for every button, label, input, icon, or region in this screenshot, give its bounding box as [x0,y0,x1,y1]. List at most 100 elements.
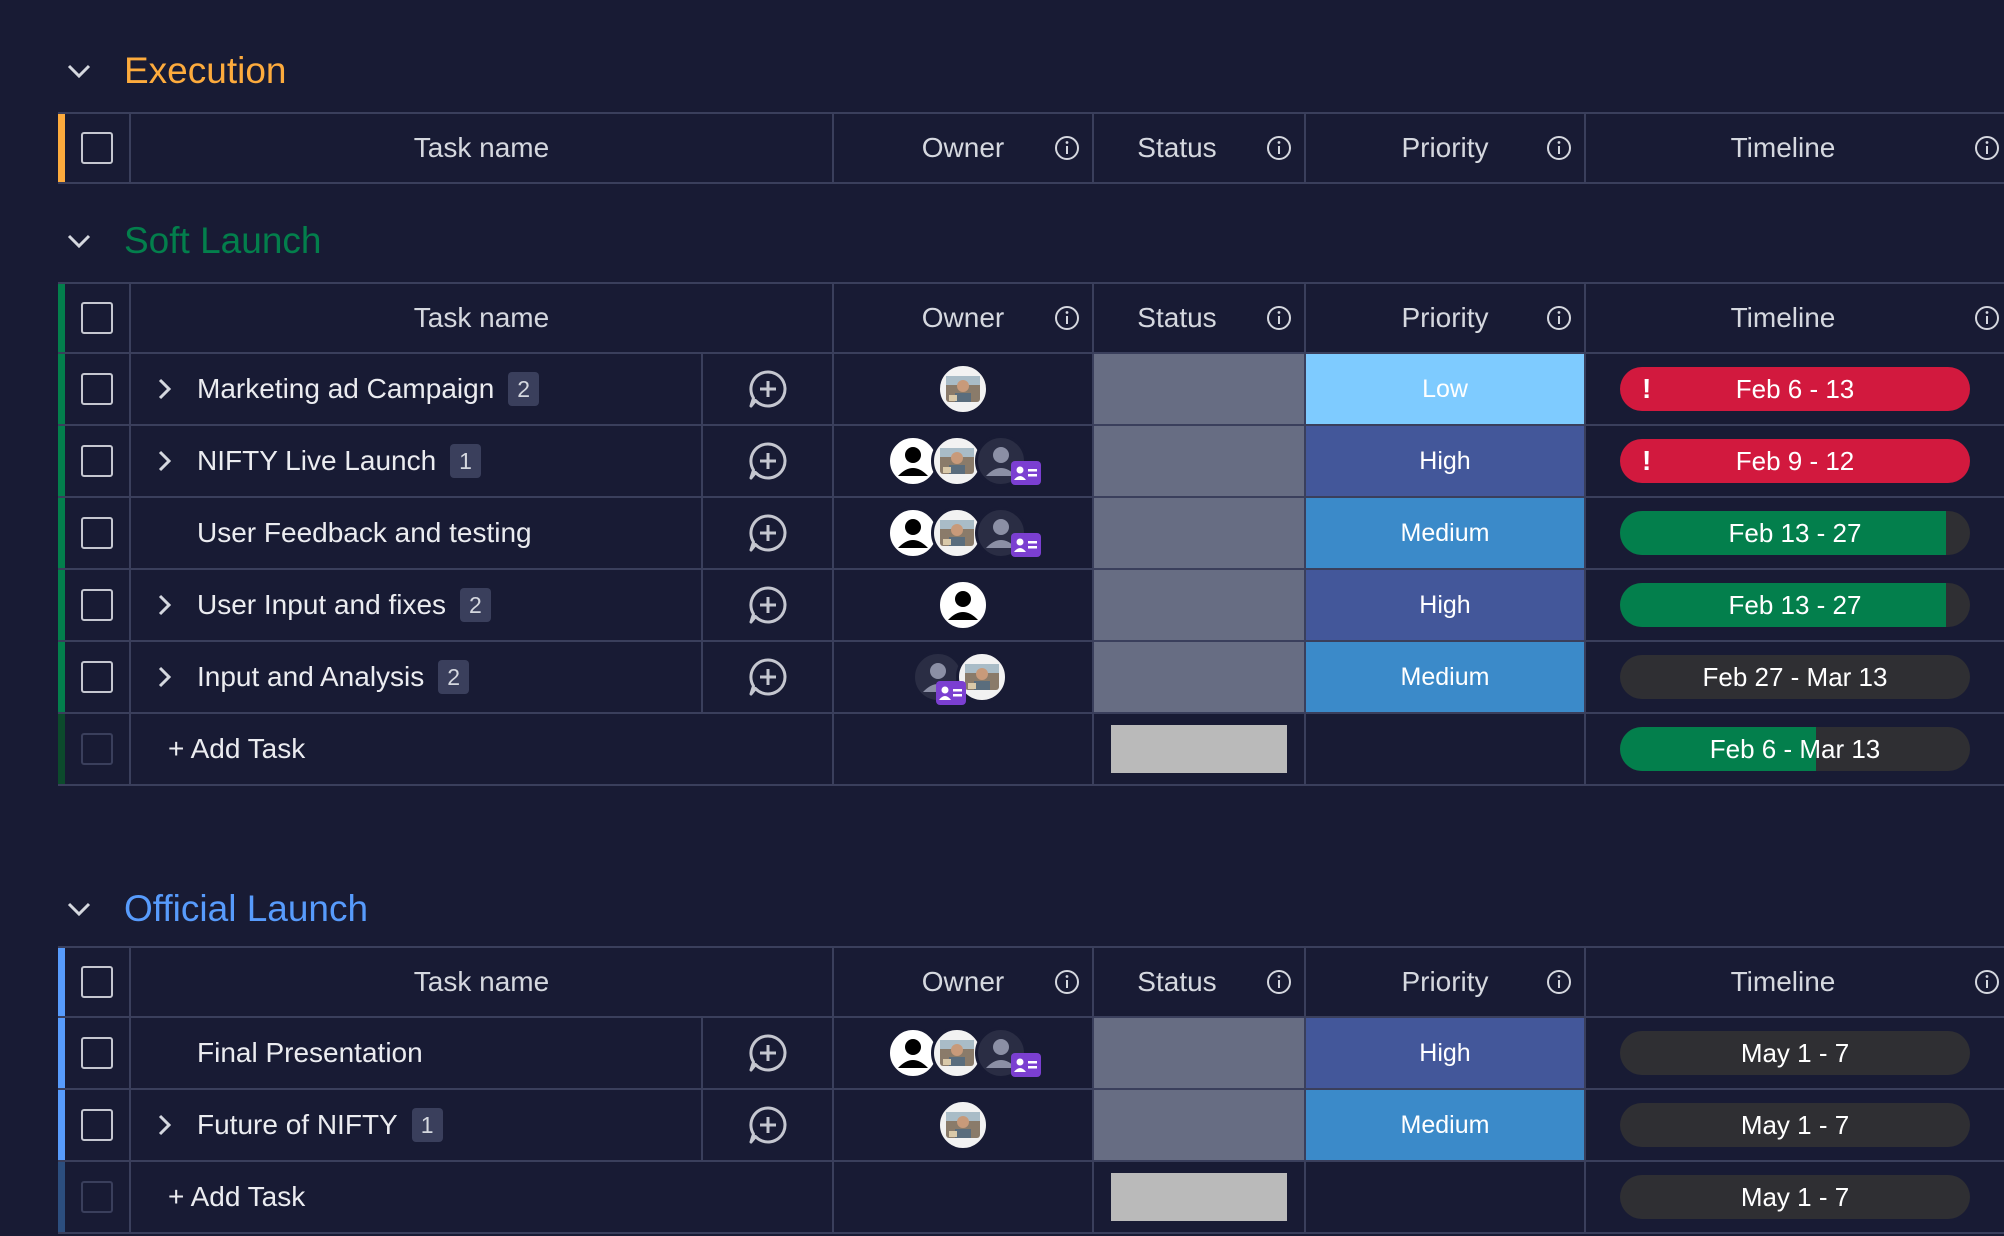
owner-avatars[interactable] [933,575,993,635]
priority-cell[interactable]: Low [1306,354,1586,424]
task-name-main[interactable]: Future of NIFTY 1 [131,1090,703,1160]
info-icon[interactable] [1546,135,1572,161]
row-checkbox[interactable] [81,445,113,477]
timeline-cell[interactable]: ! Feb 9 - 12 [1586,426,2004,496]
task-name[interactable]: Input and Analysis [197,661,424,693]
add-update-icon[interactable] [747,656,789,698]
expand-chevron-icon[interactable] [151,592,177,618]
group-title[interactable]: Execution [124,50,287,92]
expand-chevron-icon[interactable] [151,376,177,402]
add-task-button[interactable]: + Add Task [168,733,305,765]
status-cell[interactable] [1094,498,1306,568]
header-priority[interactable]: Priority [1306,948,1586,1016]
priority-cell[interactable]: Medium [1306,1090,1586,1160]
subitems-count-badge[interactable]: 2 [508,372,540,406]
status-cell[interactable] [1094,1018,1306,1088]
info-icon[interactable] [1266,305,1292,331]
owner-cell[interactable] [834,354,1094,424]
owner-avatars[interactable] [883,503,1043,563]
add-update-icon[interactable] [747,1032,789,1074]
task-name[interactable]: Marketing ad Campaign [197,373,494,405]
owner-avatars[interactable] [933,359,993,419]
conversation-cell[interactable] [703,426,832,496]
header-status[interactable]: Status [1094,114,1306,182]
timeline-cell[interactable]: ! May 1 - 7 [1586,1018,2004,1088]
owner-photo-avatar[interactable] [937,1099,989,1151]
group-title[interactable]: Soft Launch [124,220,321,262]
task-name[interactable]: Final Presentation [197,1037,423,1069]
status-cell[interactable] [1094,570,1306,640]
timeline-pill[interactable]: ! May 1 - 7 [1620,1103,1970,1147]
task-name[interactable]: User Input and fixes [197,589,446,621]
priority-cell[interactable]: Medium [1306,642,1586,712]
header-priority[interactable]: Priority [1306,114,1586,182]
task-name[interactable]: NIFTY Live Launch [197,445,436,477]
task-row[interactable]: Future of NIFTY 1 Medium ! May 1 - 7 [58,1090,2004,1162]
owner-avatars[interactable] [883,431,1043,491]
info-icon[interactable] [1546,969,1572,995]
conversation-cell[interactable] [703,570,832,640]
select-all-checkbox[interactable] [81,302,113,334]
row-checkbox[interactable] [81,1109,113,1141]
owner-photo-avatar[interactable] [937,363,989,415]
header-timeline[interactable]: Timeline [1586,284,2004,352]
timeline-summary-pill[interactable]: Feb 6 - Mar 13 [1620,727,1970,771]
conversation-cell[interactable] [703,1090,832,1160]
timeline-cell[interactable]: ! Feb 6 - 13 [1586,354,2004,424]
row-checkbox[interactable] [81,1037,113,1069]
subitems-count-badge[interactable]: 1 [450,444,481,478]
add-update-icon[interactable] [747,512,789,554]
add-update-icon[interactable] [747,1104,789,1146]
task-row[interactable]: NIFTY Live Launch 1 High ! Feb 9 - 12 [58,426,2004,498]
owner-avatars[interactable] [883,1023,1043,1083]
row-checkbox[interactable] [81,373,113,405]
status-cell[interactable] [1094,1090,1306,1160]
timeline-cell[interactable]: ! Feb 13 - 27 [1586,570,2004,640]
task-name-main[interactable]: Final Presentation [131,1018,703,1088]
add-task-button[interactable]: + Add Task [168,1181,305,1213]
task-row[interactable]: User Input and fixes 2 High ! Feb 13 - 2… [58,570,2004,642]
group-title[interactable]: Official Launch [124,888,368,930]
info-icon[interactable] [1974,969,2000,995]
header-task-name[interactable]: Task name [131,948,834,1016]
priority-cell[interactable]: High [1306,426,1586,496]
conversation-cell[interactable] [703,498,832,568]
header-task-name[interactable]: Task name [131,114,834,182]
info-icon[interactable] [1054,135,1080,161]
status-cell[interactable] [1094,642,1306,712]
owner-cell[interactable] [834,1018,1094,1088]
owner-cell[interactable] [834,498,1094,568]
header-task-name[interactable]: Task name [131,284,834,352]
timeline-cell[interactable]: ! Feb 13 - 27 [1586,498,2004,568]
header-owner[interactable]: Owner [834,948,1094,1016]
timeline-pill[interactable]: ! Feb 9 - 12 [1620,439,1970,483]
priority-cell[interactable]: Medium [1306,498,1586,568]
timeline-pill[interactable]: ! Feb 6 - 13 [1620,367,1970,411]
owner-cell[interactable] [834,642,1094,712]
add-task-cell[interactable]: + Add Task [131,714,834,784]
header-owner[interactable]: Owner [834,284,1094,352]
expand-chevron-icon[interactable] [151,664,177,690]
task-name-main[interactable]: NIFTY Live Launch 1 [131,426,703,496]
info-icon[interactable] [1266,135,1292,161]
priority-cell[interactable]: High [1306,570,1586,640]
info-icon[interactable] [1974,305,2000,331]
header-status[interactable]: Status [1094,284,1306,352]
info-icon[interactable] [1546,305,1572,331]
header-owner[interactable]: Owner [834,114,1094,182]
header-priority[interactable]: Priority [1306,284,1586,352]
priority-cell[interactable]: High [1306,1018,1586,1088]
add-update-icon[interactable] [747,440,789,482]
expand-chevron-icon[interactable] [151,1112,177,1138]
row-checkbox[interactable] [81,589,113,621]
collapse-chevron-icon[interactable] [64,894,94,924]
status-cell[interactable] [1094,354,1306,424]
header-timeline[interactable]: Timeline [1586,948,2004,1016]
task-name-main[interactable]: Input and Analysis 2 [131,642,703,712]
timeline-cell[interactable]: ! May 1 - 7 [1586,1090,2004,1160]
task-row[interactable]: User Feedback and testing Medium ! Feb 1… [58,498,2004,570]
select-all-checkbox[interactable] [81,966,113,998]
timeline-pill[interactable]: ! Feb 27 - Mar 13 [1620,655,1970,699]
timeline-summary-pill[interactable]: May 1 - 7 [1620,1175,1970,1219]
owner-cell[interactable] [834,570,1094,640]
